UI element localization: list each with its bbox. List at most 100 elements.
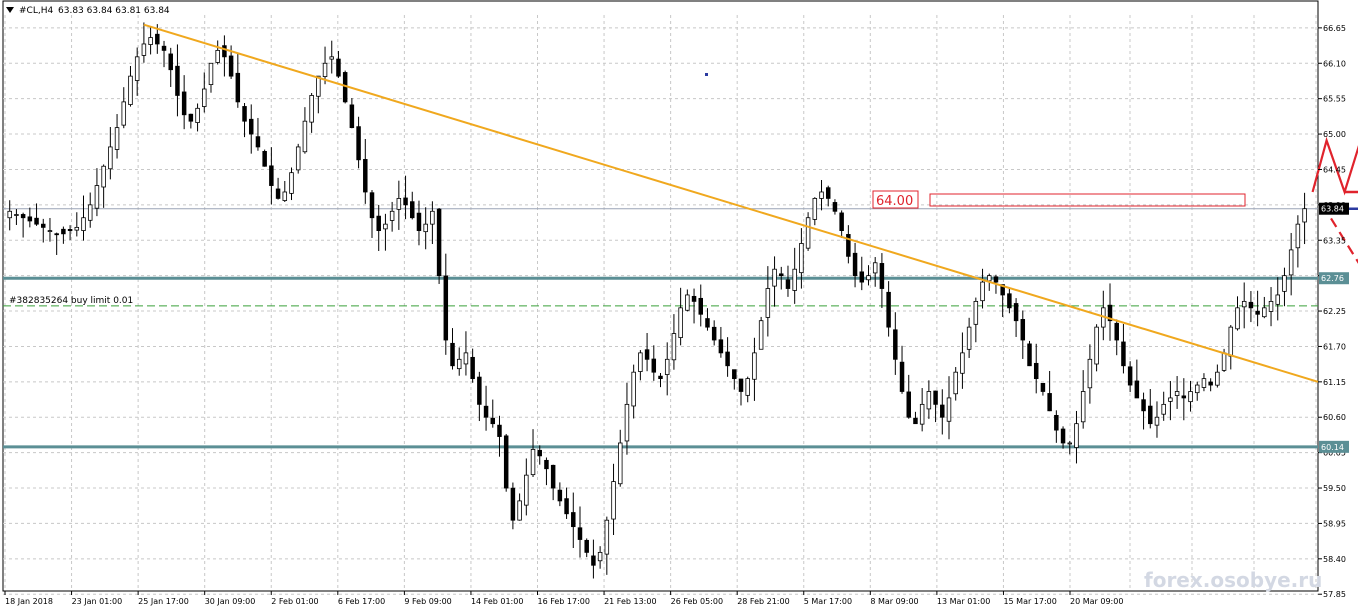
candle-body (403, 197, 408, 206)
candle-body (705, 318, 710, 328)
candle-body (1181, 395, 1187, 399)
candle-body (1275, 294, 1280, 305)
x-tick-label: 9 Feb 09:00 (404, 597, 451, 606)
trendline[interactable] (143, 23, 1319, 383)
candle-body (671, 333, 677, 361)
candle-body (644, 349, 650, 360)
candle-body (1228, 326, 1234, 357)
x-tick-label: 25 Jan 17:00 (138, 597, 189, 606)
x-tick-label: 15 Mar 17:00 (1003, 597, 1056, 606)
candle-body (1302, 208, 1307, 223)
order-label[interactable]: #382835264 buy limit 0.01 (9, 296, 133, 306)
target-zone-rect[interactable] (929, 193, 1246, 207)
candle-body (738, 378, 744, 392)
chart-canvas[interactable]: 66.6566.1065.5565.0064.4563.9063.3562.80… (0, 0, 1358, 611)
candle-body (134, 56, 140, 81)
candle-body (779, 273, 784, 277)
trendline-layer[interactable] (143, 23, 1319, 383)
candle-body (879, 263, 885, 289)
candle-body (34, 217, 39, 225)
candle-body (557, 489, 563, 502)
x-tick-label: 21 Feb 13:00 (604, 597, 656, 606)
candle-body (725, 351, 730, 367)
candle-body (27, 216, 33, 222)
candle-body (14, 214, 19, 216)
candle-body (1094, 326, 1099, 365)
candle-body (617, 442, 623, 485)
candle-body (269, 165, 274, 186)
candle-body (490, 417, 496, 425)
candle-body (745, 378, 750, 396)
candle-body (309, 95, 314, 123)
candle-body (1040, 382, 1046, 392)
y-tick-label: 60.60 (1323, 413, 1346, 422)
candle-body (503, 435, 509, 489)
symbol-label: #CL,H4 (19, 6, 53, 16)
candle-body (893, 329, 898, 360)
candle-body (54, 233, 59, 236)
candle-body (1027, 343, 1032, 367)
ohlc-readout: 63.83 63.84 63.81 63.84 (58, 6, 170, 16)
candle-body (336, 58, 341, 77)
candle-body (1201, 378, 1207, 388)
candle-body (1114, 322, 1119, 341)
x-tick-label: 28 Feb 21:00 (737, 597, 789, 606)
candle-body (322, 62, 328, 78)
candle-body (470, 356, 475, 380)
candle-body (376, 215, 381, 231)
price-chart[interactable]: 66.6566.1065.5565.0064.4563.9063.3562.80… (0, 0, 1358, 611)
x-tick-label: 13 Mar 01:00 (937, 597, 990, 606)
candle-body (47, 230, 53, 232)
candle-body (993, 276, 999, 283)
x-tick-label: 2 Feb 01:00 (271, 597, 318, 606)
candle-body (1060, 428, 1066, 444)
candle-body (483, 405, 489, 418)
candle-body (1087, 358, 1093, 389)
candle-body (155, 33, 160, 45)
candle-body (698, 297, 704, 315)
candle-body (987, 275, 992, 282)
candle-body (74, 226, 80, 231)
candle-body (295, 146, 301, 171)
candle-body (188, 113, 194, 122)
candle-body (1067, 442, 1073, 445)
candle-body (604, 519, 610, 555)
price-axis: 66.6566.1065.5565.0064.4563.9063.3562.80… (1318, 24, 1349, 599)
candle-body (926, 391, 932, 410)
candle-body (825, 187, 831, 199)
candle-body (94, 185, 100, 209)
candle-body (685, 294, 690, 311)
candle-body (664, 358, 670, 375)
candle-body (430, 210, 435, 225)
candle-body (81, 217, 86, 231)
chart-menu-triangle-icon[interactable] (6, 7, 14, 13)
y-tick-label: 61.70 (1323, 342, 1346, 351)
candle-body (953, 371, 958, 395)
candle-body (148, 37, 153, 45)
candle-body (966, 326, 972, 350)
candle-body (1141, 399, 1146, 412)
candle-body (1295, 223, 1301, 249)
candle-body (161, 45, 167, 51)
y-tick-label: 61.15 (1323, 378, 1346, 387)
candle-body (960, 352, 965, 374)
candle-body (799, 243, 804, 274)
candle-body (1282, 275, 1287, 292)
watermark-text: forex.osobye.ru (1144, 568, 1322, 592)
candle-body (242, 106, 247, 122)
candle-body (571, 512, 576, 528)
candle-body (1154, 416, 1160, 426)
candle-body (651, 358, 657, 373)
candle-body (973, 300, 979, 325)
candle-body (228, 55, 234, 77)
candle-body (1268, 300, 1274, 312)
horizontal-levels[interactable] (3, 208, 1318, 449)
candle-body (1054, 415, 1059, 431)
y-tick-label: 66.65 (1323, 24, 1346, 33)
x-tick-label: 16 Feb 17:00 (538, 597, 590, 606)
candle-body (383, 223, 388, 230)
candle-body (195, 107, 200, 123)
candle-body (141, 43, 147, 56)
candle-body (792, 268, 797, 291)
candle-body (550, 464, 556, 489)
